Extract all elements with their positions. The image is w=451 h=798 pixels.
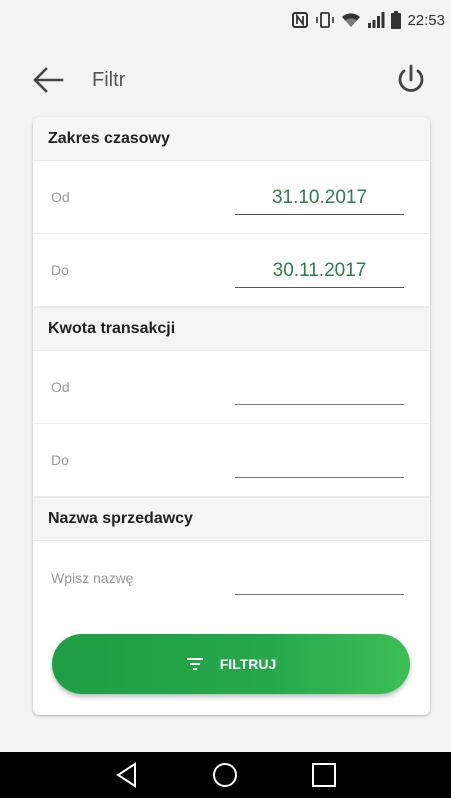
filter-button-label: FILTRUJ (219, 656, 277, 672)
seller-name-row: Wpisz nazwę (33, 541, 430, 614)
date-to-row: Do (33, 234, 430, 307)
filter-icon (186, 657, 204, 671)
home-circle-icon[interactable] (210, 760, 240, 790)
seller-name-label: Wpisz nazwę (51, 569, 134, 586)
amount-to-row: Do (33, 424, 430, 497)
amount-to-input[interactable] (235, 446, 404, 478)
date-from-input[interactable] (235, 183, 404, 215)
battery-icon (391, 11, 402, 29)
arrow-left-icon[interactable] (30, 64, 66, 96)
system-nav-bar (0, 752, 451, 798)
status-bar: 22:53 (0, 0, 451, 40)
date-to-label: Do (51, 262, 69, 278)
seller-name-input[interactable] (235, 563, 404, 595)
wifi-icon (341, 11, 361, 29)
amount-from-label: Od (51, 379, 70, 395)
power-icon[interactable] (393, 62, 429, 98)
nfc-icon (291, 11, 309, 29)
date-from-row: Od (33, 161, 430, 234)
vibrate-icon (315, 11, 335, 29)
section-header-date-range: Zakres czasowy (33, 117, 430, 161)
amount-from-input[interactable] (235, 373, 404, 405)
toolbar: Filtr (0, 52, 451, 108)
date-to-input[interactable] (235, 256, 404, 288)
recents-square-icon[interactable] (309, 760, 339, 790)
page-title: Filtr (92, 69, 126, 91)
back-triangle-icon[interactable] (112, 760, 142, 790)
section-header-seller: Nazwa sprzedawcy (33, 497, 430, 541)
signal-icon (367, 11, 385, 29)
amount-from-row: Od (33, 351, 430, 424)
filter-card: Zakres czasowy Od Do Kwota transakcji Od… (33, 117, 430, 715)
section-header-amount: Kwota transakcji (33, 307, 430, 351)
status-time: 22:53 (407, 11, 445, 29)
filter-button[interactable]: FILTRUJ (52, 634, 410, 694)
date-from-label: Od (51, 189, 70, 205)
amount-to-label: Do (51, 452, 69, 468)
